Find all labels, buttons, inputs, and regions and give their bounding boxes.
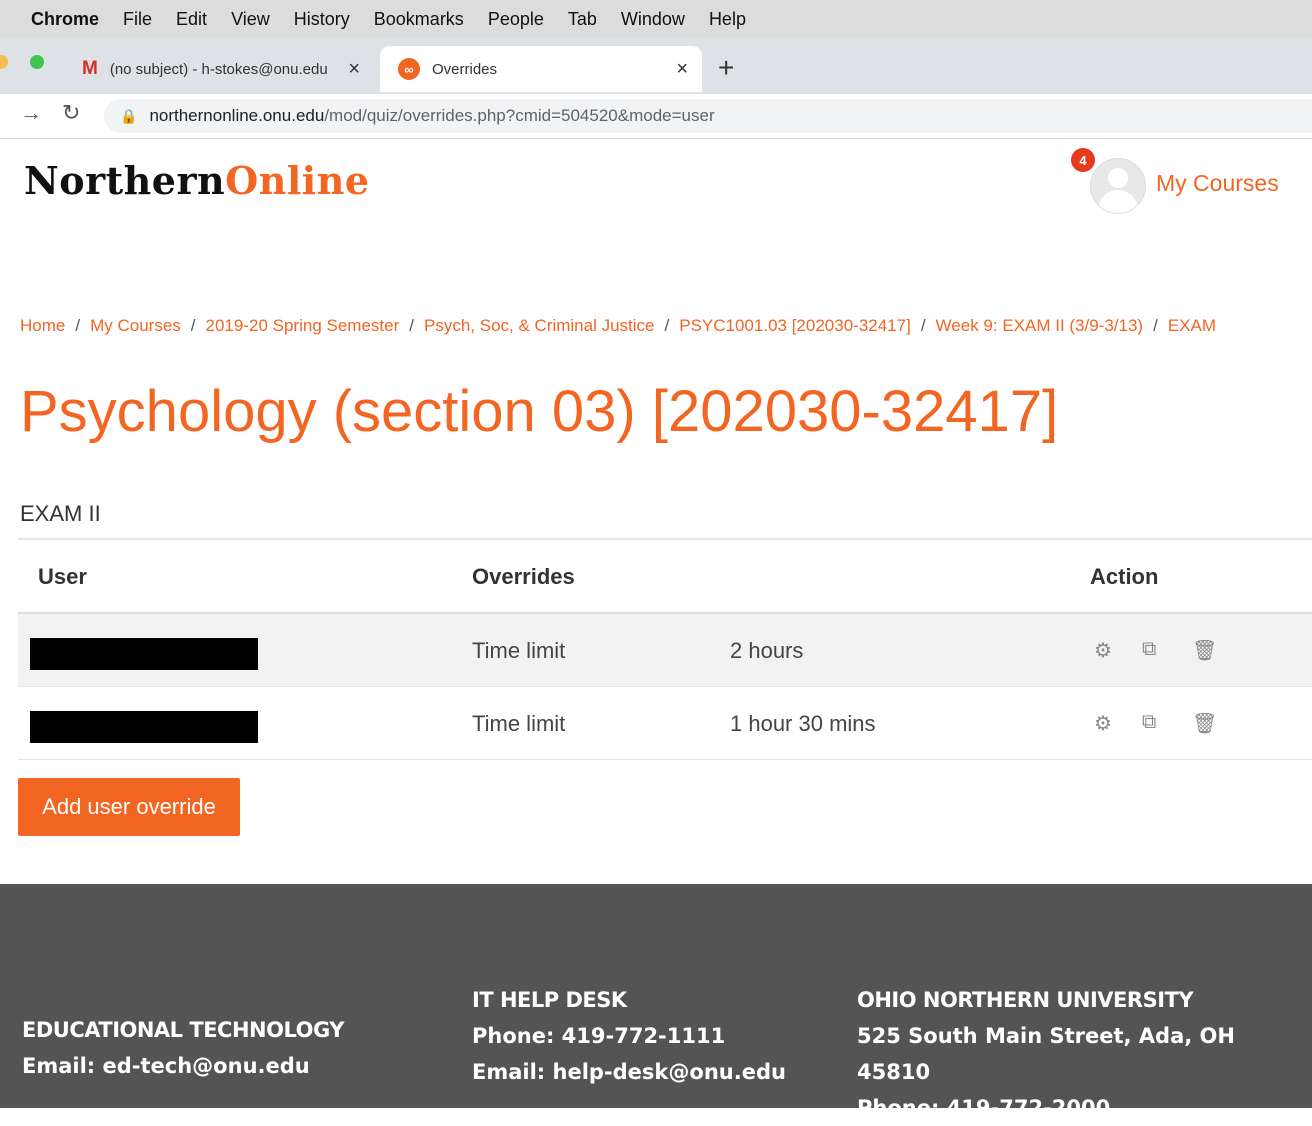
menu-edit[interactable]: Edit [176,9,207,30]
menu-help[interactable]: Help [709,9,746,30]
edit-gear-icon[interactable]: ⚙ [1094,638,1112,663]
menu-view[interactable]: View [231,9,270,30]
breadcrumb-my-courses[interactable]: My Courses [90,316,181,335]
add-user-override-button[interactable]: Add user override [18,778,240,836]
footer-helpdesk: IT HELP DESK Phone: 419-772-1111 Email: … [472,982,786,1090]
breadcrumb-department[interactable]: Psych, Soc, & Criminal Justice [424,316,655,335]
breadcrumb-course[interactable]: PSYC1001.03 [202030-32417] [679,316,911,335]
footer-onu-heading: OHIO NORTHERN UNIVERSITY [857,988,1194,1012]
menu-bar: Chrome File Edit View History Bookmarks … [0,0,1312,38]
footer-phone-label: Phone: [857,1096,940,1120]
forward-icon[interactable]: → [20,100,42,126]
avatar-head [1108,168,1128,188]
table-row: Time limit 2 hours ⚙ ⧉ 🗑 [18,614,1312,687]
edit-gear-icon[interactable]: ⚙ [1094,711,1112,736]
footer-onu-phone[interactable]: 419-772-2000 [947,1096,1111,1120]
override-setting: Time limit [472,638,566,663]
override-setting: Time limit [472,711,566,736]
logo-text-northern: Northern [24,158,226,203]
breadcrumb-home[interactable]: Home [20,316,65,335]
breadcrumb-exam[interactable]: EXAM [1168,316,1216,335]
url-path: /mod/quiz/overrides.php?cmid=504520&mode… [324,106,715,125]
breadcrumb-separator: / [190,316,196,335]
footer-email-label: Email: [472,1060,546,1084]
overrides-table: User Overrides Action Time limit 2 hours… [18,538,1312,760]
delete-trash-icon[interactable]: 🗑 [1192,711,1217,736]
url-host: northernonline.onu.edu [149,106,325,125]
copy-icon[interactable]: ⧉ [1142,711,1156,734]
gmail-icon: M [82,58,98,79]
page-title: Psychology (section 03) [202030-32417] [20,379,1059,444]
my-courses-link[interactable]: My Courses [1156,170,1279,197]
breadcrumb: Home / My Courses / 2019-20 Spring Semester /… [20,316,1312,336]
header-user: User [38,564,87,589]
breadcrumb-separator: / [1153,316,1158,335]
menu-window[interactable]: Window [621,9,685,30]
table-row: Time limit 1 hour 30 mins ⚙ ⧉ 🗑 [18,687,1312,760]
footer-email-label: Email: [22,1054,96,1078]
close-icon[interactable]: × [348,58,360,81]
table-header: User Overrides Action [18,538,1312,614]
new-tab-button[interactable]: + [718,52,734,84]
footer-edtech: EDUCATIONAL TECHNOLOGY Email: ed-tech@on… [22,1012,344,1084]
breadcrumb-week[interactable]: Week 9: EXAM II (3/9-3/13) [936,316,1144,335]
footer-edtech-heading: EDUCATIONAL TECHNOLOGY [22,1018,344,1042]
tab-overrides[interactable]: ∞ Overrides × [380,46,702,92]
footer-helpdesk-phone[interactable]: 419-772-1111 [562,1024,726,1048]
site-logo[interactable]: NorthernOnline [24,158,370,203]
breadcrumb-semester[interactable]: 2019-20 Spring Semester [206,316,400,335]
quiz-name: EXAM II [20,501,101,526]
footer-onu: OHIO NORTHERN UNIVERSITY 525 South Main … [857,982,1312,1126]
footer-helpdesk-heading: IT HELP DESK [472,988,627,1012]
menu-history[interactable]: History [294,9,350,30]
site-icon: ∞ [398,58,420,80]
breadcrumb-separator: / [920,316,926,335]
site-footer: EDUCATIONAL TECHNOLOGY Email: ed-tech@on… [0,884,1312,1120]
header-action: Action [1090,564,1159,589]
header-overrides: Overrides [472,564,575,589]
delete-trash-icon[interactable]: 🗑 [1192,638,1217,663]
menu-tab[interactable]: Tab [568,9,597,30]
zoom-light[interactable] [30,55,44,69]
notification-badge[interactable]: 4 [1071,148,1095,172]
tab-title: Overrides [432,60,498,78]
lock-icon: 🔒 [120,107,138,124]
avatar[interactable] [1090,158,1146,214]
redacted-user-name[interactable] [30,711,258,743]
reload-icon[interactable]: ↻ [62,100,80,126]
override-value: 2 hours [730,638,804,663]
logo-text-online: Online [225,158,370,203]
override-value: 1 hour 30 mins [730,711,876,736]
menu-file[interactable]: File [123,9,152,30]
breadcrumb-separator: / [75,316,81,335]
menu-bookmarks[interactable]: Bookmarks [374,9,464,30]
breadcrumb-separator: / [409,316,414,335]
tab-title: (no subject) - h-stokes@onu.edu [109,60,328,78]
copy-icon[interactable]: ⧉ [1142,638,1156,661]
menu-chrome[interactable]: Chrome [31,9,99,30]
avatar-body [1098,190,1138,213]
close-icon[interactable]: × [676,58,688,81]
tab-gmail[interactable]: M (no subject) - h-stokes@onu.edu × [76,46,374,92]
address-bar[interactable]: 🔒 northernonline.onu.edu/mod/quiz/overri… [104,99,1312,133]
breadcrumb-separator: / [664,316,670,335]
footer-helpdesk-email[interactable]: help-desk@onu.edu [553,1060,786,1084]
footer-onu-address: 525 South Main Street, Ada, OH 45810 [857,1024,1235,1084]
menu-people[interactable]: People [488,9,544,30]
footer-edtech-email[interactable]: ed-tech@onu.edu [103,1054,310,1078]
footer-phone-label: Phone: [472,1024,555,1048]
redacted-user-name[interactable] [30,638,258,670]
